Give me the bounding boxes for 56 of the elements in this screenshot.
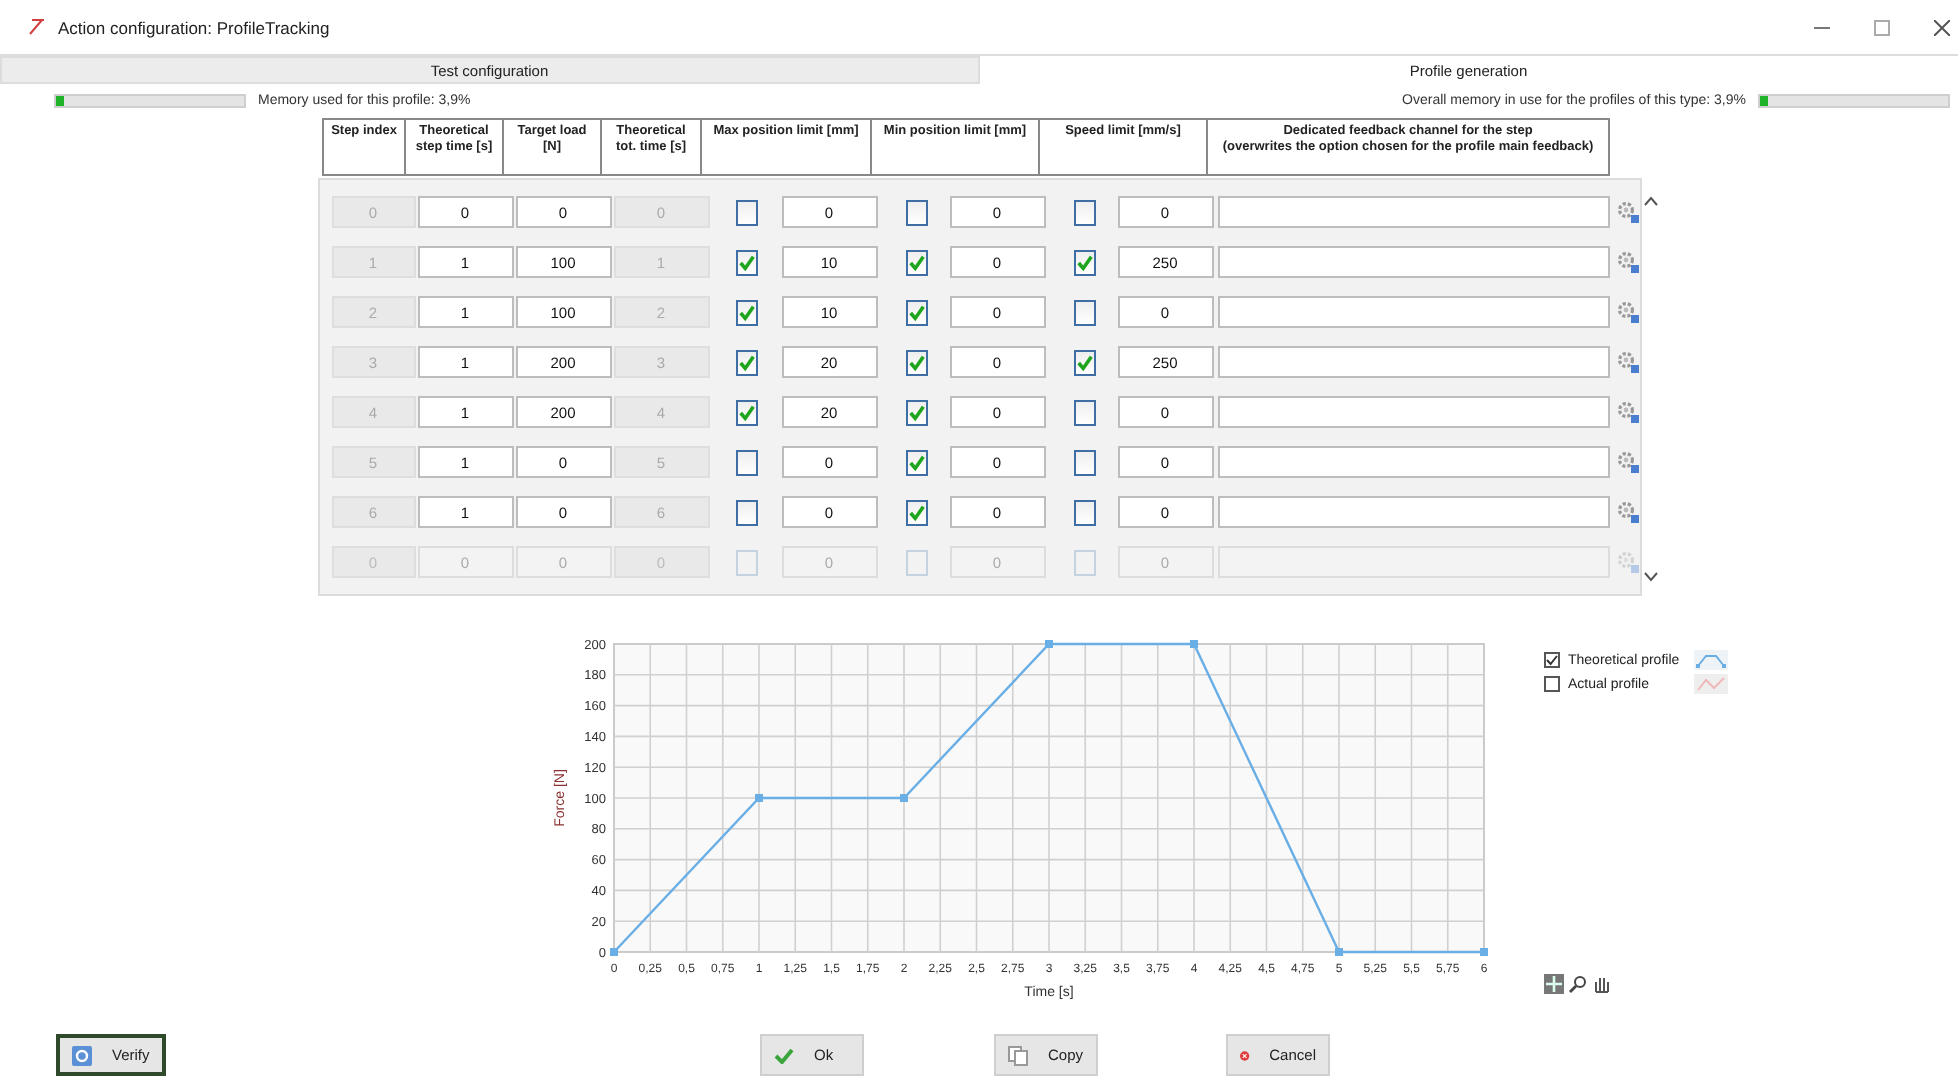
feedback-channel-field[interactable]: [1217, 496, 1609, 528]
checkbox[interactable]: [1073, 449, 1095, 475]
checkbox[interactable]: [1073, 299, 1095, 325]
feedback-channel-field[interactable]: [1217, 196, 1609, 228]
line-swatch-icon: [1694, 650, 1728, 670]
feedback-channel-field[interactable]: [1217, 246, 1609, 278]
checkbox[interactable]: [1544, 652, 1560, 668]
data-point-marker: [1480, 948, 1488, 956]
close-icon[interactable]: [1934, 19, 1950, 35]
data-point-marker: [900, 794, 908, 802]
checkbox[interactable]: [905, 449, 927, 475]
checkbox[interactable]: [736, 299, 758, 325]
checkbox[interactable]: [905, 399, 927, 425]
grid-icon[interactable]: [1544, 974, 1564, 994]
checkbox[interactable]: [736, 449, 758, 475]
checkbox[interactable]: [1073, 199, 1095, 225]
feedback-channel-field[interactable]: [1217, 396, 1609, 428]
data-point-marker: [1335, 948, 1343, 956]
checkbox[interactable]: [736, 399, 758, 425]
data-point-marker: [1045, 640, 1053, 648]
scroll-up-icon[interactable]: [1643, 196, 1657, 206]
window-title: Action configuration: ProfileTracking: [58, 17, 332, 37]
scroll-down-icon[interactable]: [1643, 572, 1657, 582]
checkbox[interactable]: [905, 199, 927, 225]
magnifier-icon[interactable]: [1568, 974, 1588, 994]
data-point-marker: [1190, 640, 1198, 648]
checkbox[interactable]: [905, 499, 927, 525]
gear-icon[interactable]: [1615, 500, 1639, 524]
gear-icon[interactable]: [1615, 350, 1639, 374]
data-point-marker: [610, 948, 618, 956]
gear-icon[interactable]: [1615, 400, 1639, 424]
checkbox[interactable]: [1073, 349, 1095, 375]
gear-icon[interactable]: [1615, 450, 1639, 474]
check-icon: [774, 1047, 794, 1063]
gear-icon[interactable]: [1615, 250, 1639, 274]
feedback-channel-field[interactable]: [1217, 296, 1609, 328]
gear-icon[interactable]: [1615, 300, 1639, 324]
checkbox[interactable]: [736, 499, 758, 525]
checkbox[interactable]: [1073, 499, 1095, 525]
gear-icon[interactable]: [1615, 200, 1639, 224]
cancel-icon: [1240, 1045, 1250, 1065]
feedback-channel-field[interactable]: [1217, 346, 1609, 378]
checkbox[interactable]: [736, 249, 758, 275]
line-swatch-icon: [1694, 674, 1728, 694]
feedback-channel-field[interactable]: [1217, 446, 1609, 478]
app-icon: [28, 18, 46, 36]
checkbox[interactable]: [1073, 249, 1095, 275]
copy-icon: [1008, 1045, 1028, 1065]
checkbox[interactable]: [1544, 676, 1560, 692]
checkbox[interactable]: [736, 349, 758, 375]
checkbox[interactable]: [905, 249, 927, 275]
checkbox[interactable]: [905, 299, 927, 325]
checkbox[interactable]: [1073, 399, 1095, 425]
data-point-marker: [755, 794, 763, 802]
checkbox[interactable]: [736, 199, 758, 225]
checkbox[interactable]: [905, 349, 927, 375]
